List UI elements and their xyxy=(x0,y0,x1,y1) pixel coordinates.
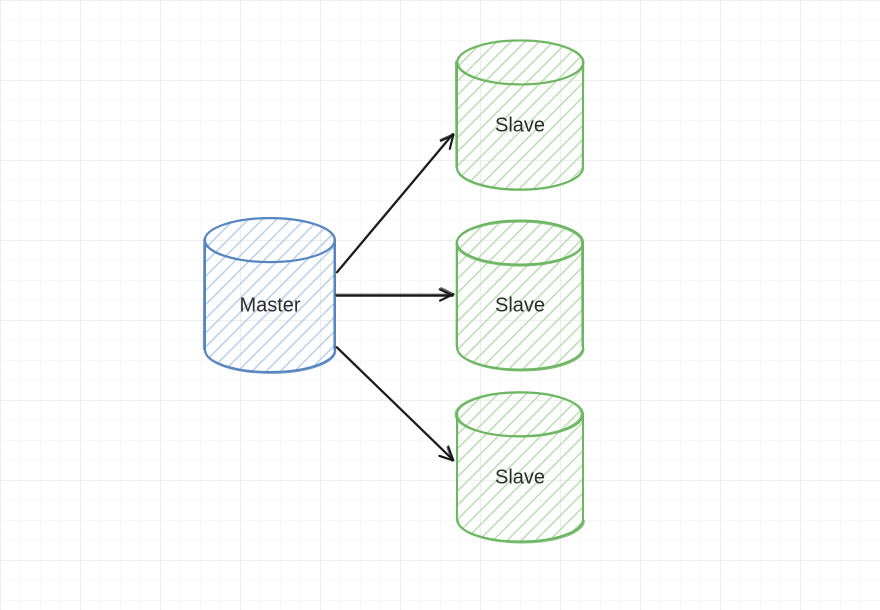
slave-node-label: Slave xyxy=(495,467,545,490)
slave-node-label: Slave xyxy=(495,295,545,318)
slave-node-label: Slave xyxy=(495,115,545,138)
diagram-canvas: Master Slave Slave Slave xyxy=(0,0,880,610)
replication-arrow xyxy=(337,134,454,272)
replication-arrow xyxy=(337,347,454,461)
replication-arrow xyxy=(336,288,454,300)
master-node-label: Master xyxy=(239,295,300,318)
